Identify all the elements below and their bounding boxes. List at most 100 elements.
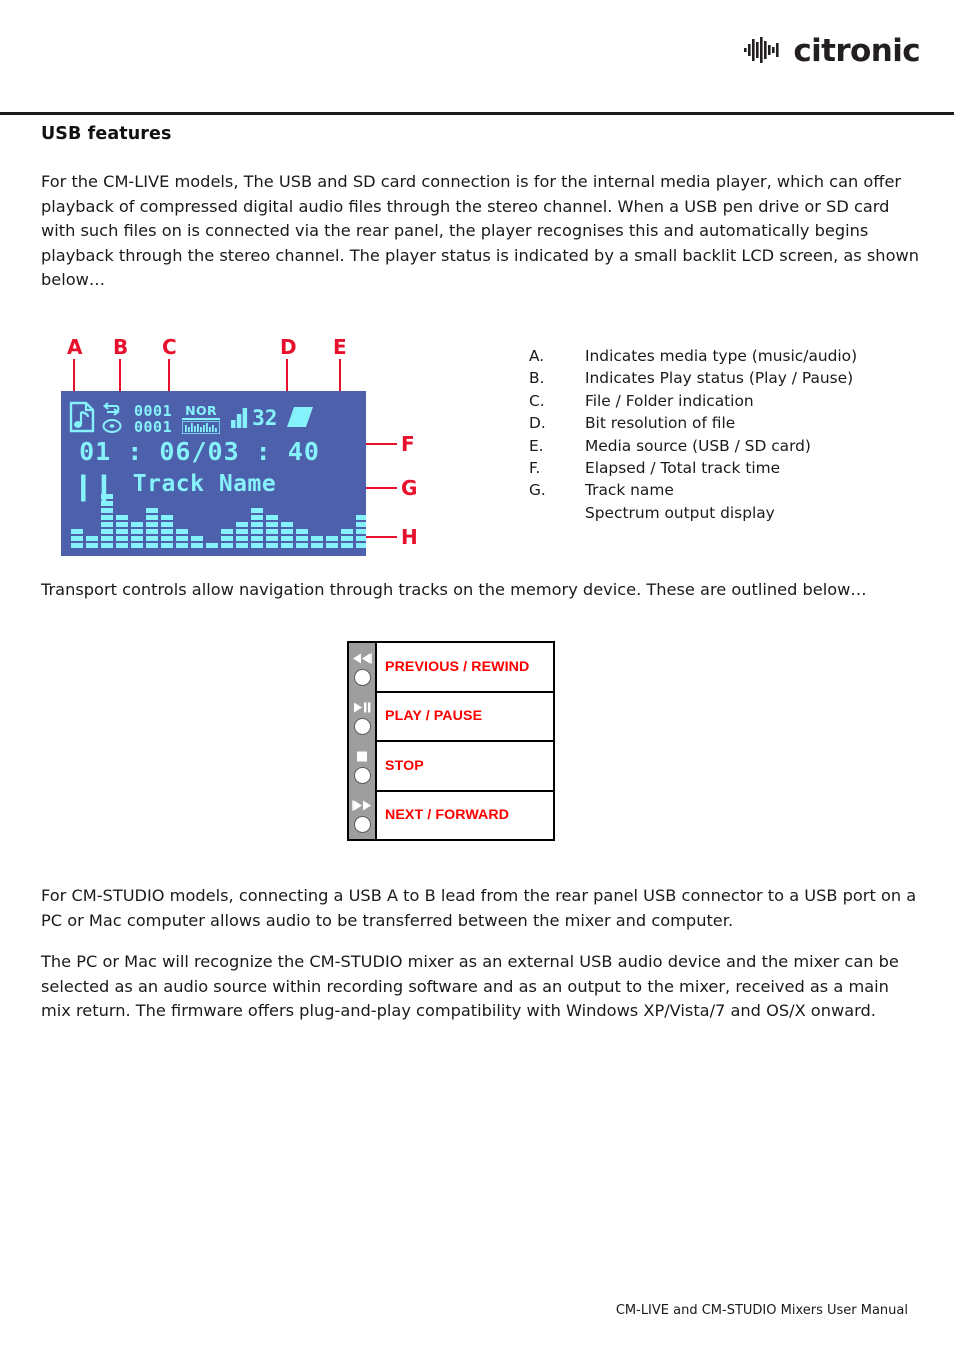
spectrum-segment bbox=[71, 528, 83, 534]
spectrum-bar bbox=[116, 514, 128, 548]
spectrum-segment bbox=[206, 542, 218, 548]
callout-letter-h: H bbox=[401, 524, 418, 549]
spectrum-bar bbox=[221, 528, 233, 548]
spectrum-segment bbox=[71, 535, 83, 541]
legend-value: Media source (USB / SD card) bbox=[585, 436, 811, 455]
eq-mode-label: NOR bbox=[182, 403, 221, 420]
spectrum-segment bbox=[116, 542, 128, 548]
spectrum-segment bbox=[341, 528, 353, 534]
spectrum-output-display bbox=[71, 492, 366, 548]
legend-value: Elapsed / Total track time bbox=[585, 459, 781, 477]
spectrum-segment bbox=[236, 521, 248, 527]
track-time-display: 01 : 06/03 : 40 bbox=[79, 436, 320, 466]
next-button[interactable] bbox=[353, 816, 371, 833]
spectrum-bar bbox=[251, 507, 263, 548]
play-pause-button[interactable] bbox=[353, 718, 371, 735]
legend-value: Indicates media type (music/audio) bbox=[585, 346, 858, 365]
driver-paragraph: The PC or Mac will recognize the CM-STUD… bbox=[41, 952, 899, 1021]
signal-bars-icon bbox=[230, 405, 249, 433]
spectrum-segment bbox=[101, 535, 113, 541]
spectrum-segment bbox=[356, 535, 366, 541]
spectrum-segment bbox=[311, 535, 323, 541]
callout-letter-b: B bbox=[113, 334, 129, 359]
spectrum-segment bbox=[236, 535, 248, 541]
spectrum-segment bbox=[221, 535, 233, 541]
spectrum-segment bbox=[251, 507, 263, 513]
spectrum-segment bbox=[116, 528, 128, 534]
spectrum-segment bbox=[131, 528, 143, 534]
spectrum-bar bbox=[86, 535, 98, 548]
legend-key: C. bbox=[529, 391, 545, 410]
spectrum-bar bbox=[266, 514, 278, 548]
legend-value: Bit resolution of file bbox=[585, 414, 736, 433]
spectrum-segment bbox=[251, 521, 263, 527]
spectrum-segment bbox=[326, 542, 338, 548]
stop-button[interactable] bbox=[353, 767, 371, 784]
spectrum-segment bbox=[296, 528, 308, 534]
spectrum-segment bbox=[341, 542, 353, 548]
spectrum-segment bbox=[251, 528, 263, 534]
spectrum-segment bbox=[266, 514, 278, 520]
spectrum-segment bbox=[161, 514, 173, 520]
legend-key: A. bbox=[529, 346, 545, 365]
transport-label-next: NEXT / FORWARD bbox=[385, 807, 510, 824]
spectrum-segment bbox=[101, 514, 113, 520]
callout-letter-a: A bbox=[67, 334, 83, 359]
legend-item: B. Indicates Play status (Play / Pause) bbox=[529, 367, 929, 389]
legend-key: D. bbox=[529, 414, 546, 433]
transport-controls-table: PREVIOUS / REWIND PLAY / PAUSE STOP NEXT… bbox=[347, 641, 555, 841]
spectrum-segment bbox=[146, 542, 158, 548]
spectrum-bar bbox=[161, 514, 173, 548]
spectrum-bar bbox=[206, 542, 218, 548]
spectrum-segment bbox=[86, 542, 98, 548]
spectrum-segment bbox=[221, 542, 233, 548]
audio-waveform-icon bbox=[744, 36, 784, 67]
spectrum-segment bbox=[176, 542, 188, 548]
spectrum-bar bbox=[131, 521, 143, 548]
spectrum-segment bbox=[101, 493, 113, 499]
previous-button[interactable] bbox=[353, 669, 371, 686]
lcd-figure: A B C D E F G H 0001 0001 NOR 32 01: 06… bbox=[41, 333, 920, 565]
legend-item: C. File / Folder indication bbox=[529, 390, 929, 412]
transport-label-column: PREVIOUS / REWIND PLAY / PAUSE STOP NEXT… bbox=[377, 643, 553, 839]
leader-line-a bbox=[73, 358, 75, 393]
file-number: 0001 bbox=[134, 401, 173, 420]
spectrum-segment bbox=[266, 528, 278, 534]
main-content: USB features For the CM-LIVE models, The… bbox=[41, 124, 920, 565]
spectrum-segment bbox=[251, 514, 263, 520]
spectrum-segment bbox=[251, 542, 263, 548]
spectrum-bar bbox=[326, 535, 338, 548]
file-folder-counter: 0001 0001 bbox=[134, 403, 172, 435]
legend-key: B. bbox=[529, 369, 545, 388]
legend-item: F. Elapsed / Total track time bbox=[529, 457, 929, 479]
spectrum-segment bbox=[131, 542, 143, 548]
spectrum-bar bbox=[71, 528, 83, 548]
spectrum-segment bbox=[161, 521, 173, 527]
spectrum-segment bbox=[146, 514, 158, 520]
spectrum-segment bbox=[296, 542, 308, 548]
next-forward-icon bbox=[352, 796, 372, 815]
spectrum-segment bbox=[101, 528, 113, 534]
spectrum-segment bbox=[356, 542, 366, 548]
legend-value: Spectrum output display bbox=[585, 503, 775, 522]
spectrum-segment bbox=[101, 500, 113, 506]
leader-line-d bbox=[286, 358, 288, 393]
spectrum-bar bbox=[341, 528, 353, 548]
spectrum-segment bbox=[326, 535, 338, 541]
equalizer-bars-icon: NOR bbox=[182, 403, 221, 434]
spectrum-segment bbox=[146, 521, 158, 527]
leader-line-c bbox=[168, 358, 170, 393]
transport-label-play: PLAY / PAUSE bbox=[377, 693, 553, 742]
spectrum-bar bbox=[191, 535, 203, 548]
spectrum-segment bbox=[146, 528, 158, 534]
spectrum-segment bbox=[101, 521, 113, 527]
spectrum-segment bbox=[161, 535, 173, 541]
spectrum-segment bbox=[356, 528, 366, 534]
callout-letter-d: D bbox=[280, 334, 297, 359]
lcd-screen: 0001 0001 NOR 32 01: 06/03: 40 ❙❙ Trac… bbox=[61, 390, 366, 556]
spectrum-segment bbox=[281, 521, 293, 527]
lcd-status-bar: 0001 0001 NOR 32 bbox=[69, 398, 360, 440]
spectrum-segment bbox=[266, 542, 278, 548]
transport-label-previous: PREVIOUS / REWIND bbox=[377, 643, 553, 693]
spectrum-segment bbox=[191, 542, 203, 548]
